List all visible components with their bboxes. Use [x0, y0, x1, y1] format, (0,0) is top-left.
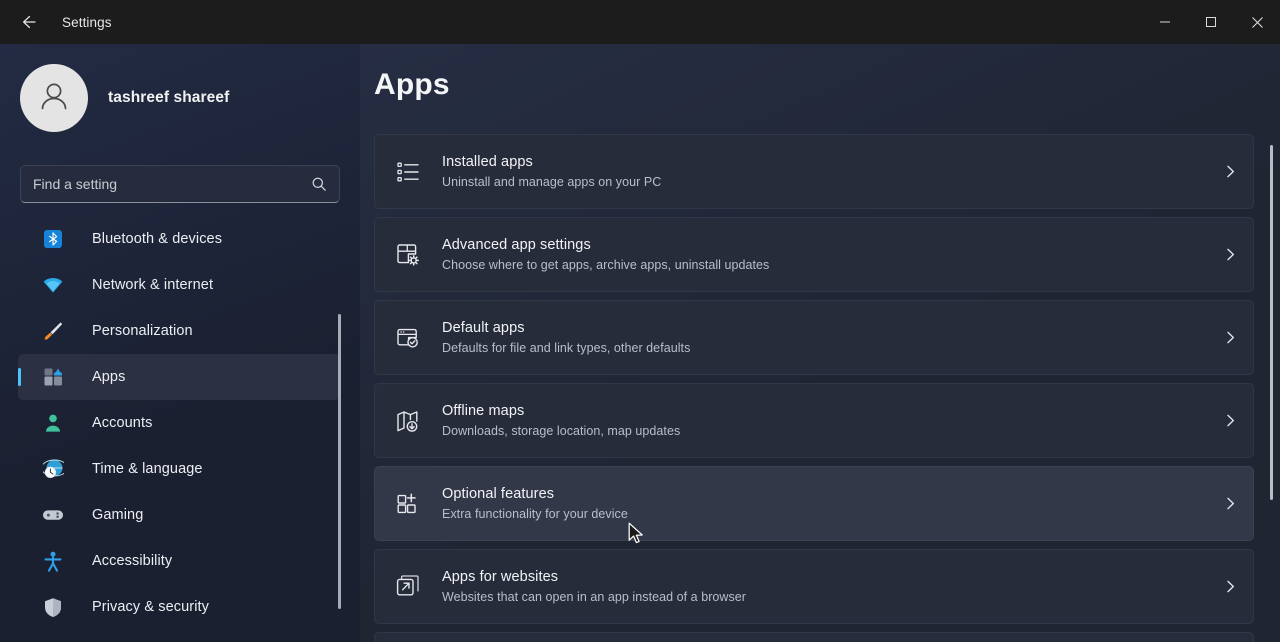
card-next-partial[interactable] — [374, 632, 1254, 642]
card-title: Installed apps — [442, 153, 533, 170]
account-block[interactable]: tashreef shareef — [20, 64, 229, 132]
sidebar-item-label: Bluetooth & devices — [92, 231, 223, 247]
installed-apps-list-icon — [393, 157, 423, 187]
wifi-icon — [42, 274, 64, 296]
chevron-right-icon[interactable] — [1207, 496, 1253, 511]
selected-indicator — [18, 368, 21, 386]
search-input[interactable] — [33, 176, 311, 192]
search-box[interactable] — [20, 165, 340, 203]
card-title: Default apps — [442, 319, 525, 336]
chevron-right-icon[interactable] — [1207, 413, 1253, 428]
paintbrush-icon — [42, 320, 64, 342]
sidebar-item-label: Network & internet — [92, 277, 214, 293]
sidebar-item-accounts[interactable]: Accounts — [18, 400, 340, 446]
card-text: Default apps Defaults for file and link … — [442, 319, 1207, 357]
shield-icon — [42, 596, 64, 618]
avatar — [20, 64, 88, 132]
app-settings-gear-icon — [393, 240, 423, 270]
maximize-icon — [1205, 16, 1217, 28]
bluetooth-icon — [42, 228, 64, 250]
sidebar-item-apps[interactable]: Apps — [18, 354, 340, 400]
apps-blocks-icon — [42, 366, 64, 388]
settings-card-list: Installed apps Uninstall and manage apps… — [374, 134, 1254, 642]
back-button[interactable] — [8, 6, 48, 38]
title-bar: Settings — [0, 0, 1280, 44]
external-link-icon — [393, 572, 423, 602]
title-bar-left: Settings — [0, 0, 112, 44]
minimize-icon — [1159, 16, 1171, 28]
card-text: Optional features Extra functionality fo… — [442, 485, 1207, 523]
sidebar-item-accessibility[interactable]: Accessibility — [18, 538, 340, 584]
sidebar-scrollbar-thumb[interactable] — [338, 314, 341, 609]
card-apps-for-websites[interactable]: Apps for websites Websites that can open… — [374, 549, 1254, 624]
sidebar-item-privacy-security[interactable]: Privacy & security — [18, 584, 340, 630]
account-icon — [42, 412, 64, 434]
account-name: tashreef shareef — [108, 89, 230, 106]
close-icon — [1251, 16, 1264, 29]
card-installed-apps[interactable]: Installed apps Uninstall and manage apps… — [374, 134, 1254, 209]
settings-window: Settings tashreef shareef Find a setting… — [0, 0, 1280, 642]
sidebar-nav: Bluetooth & devices Network & internet P… — [0, 216, 360, 642]
card-text: Apps for websites Websites that can open… — [442, 568, 1207, 606]
card-subtitle: Websites that can open in an app instead… — [442, 589, 746, 604]
card-title: Apps for websites — [442, 568, 559, 585]
main-scrollbar-thumb[interactable] — [1270, 145, 1273, 500]
sidebar-item-label: Privacy & security — [92, 599, 210, 615]
clock-globe-icon — [42, 458, 64, 480]
card-title: Advanced app settings — [442, 236, 591, 253]
sidebar: tashreef shareef Bluetooth & device — [0, 44, 360, 642]
chevron-right-icon[interactable] — [1207, 330, 1253, 345]
accessibility-icon — [42, 550, 64, 572]
gamepad-icon — [42, 504, 64, 526]
card-subtitle: Downloads, storage location, map updates — [442, 423, 681, 438]
card-offline-maps[interactable]: Offline maps Downloads, storage location… — [374, 383, 1254, 458]
grid-plus-icon — [393, 489, 423, 519]
person-avatar-icon — [34, 76, 74, 121]
sidebar-item-label: Time & language — [92, 461, 203, 477]
card-text: Offline maps Downloads, storage location… — [442, 402, 1207, 440]
chevron-right-icon[interactable] — [1207, 164, 1253, 179]
close-button[interactable] — [1234, 0, 1280, 44]
chevron-right-icon[interactable] — [1207, 247, 1253, 262]
map-download-icon — [393, 406, 423, 436]
window-title: Settings — [62, 14, 112, 30]
card-subtitle: Uninstall and manage apps on your PC — [442, 174, 662, 189]
sidebar-item-label: Apps — [92, 369, 126, 385]
sidebar-item-network-internet[interactable]: Network & internet — [18, 262, 340, 308]
sidebar-item-personalization[interactable]: Personalization — [18, 308, 340, 354]
back-arrow-icon — [19, 13, 37, 31]
maximize-button[interactable] — [1188, 0, 1234, 44]
main-content: Apps Installed apps Uninstall and manage… — [360, 44, 1280, 642]
card-subtitle: Extra functionality for your device — [442, 506, 628, 521]
card-text: Installed apps Uninstall and manage apps… — [442, 153, 1207, 191]
sidebar-item-label: Gaming — [92, 507, 144, 523]
sidebar-item-time-language[interactable]: Time & language — [18, 446, 340, 492]
sidebar-item-label: Accounts — [92, 415, 153, 431]
sidebar-item-label: Accessibility — [92, 553, 173, 569]
minimize-button[interactable] — [1142, 0, 1188, 44]
card-default-apps[interactable]: Default apps Defaults for file and link … — [374, 300, 1254, 375]
card-optional-features[interactable]: Optional features Extra functionality fo… — [374, 466, 1254, 541]
card-advanced-app-settings[interactable]: Advanced app settings Choose where to ge… — [374, 217, 1254, 292]
search-icon[interactable] — [311, 176, 327, 192]
default-apps-check-icon — [393, 323, 423, 353]
chevron-right-icon[interactable] — [1207, 579, 1253, 594]
sidebar-item-bluetooth-devices[interactable]: Bluetooth & devices — [18, 216, 340, 262]
card-title: Optional features — [442, 485, 555, 502]
card-title: Offline maps — [442, 402, 525, 419]
card-text: Advanced app settings Choose where to ge… — [442, 236, 1207, 274]
card-subtitle: Defaults for file and link types, other … — [442, 340, 691, 355]
sidebar-item-label: Personalization — [92, 323, 193, 339]
sidebar-item-gaming[interactable]: Gaming — [18, 492, 340, 538]
page-title: Apps — [374, 68, 450, 101]
card-subtitle: Choose where to get apps, archive apps, … — [442, 257, 770, 272]
